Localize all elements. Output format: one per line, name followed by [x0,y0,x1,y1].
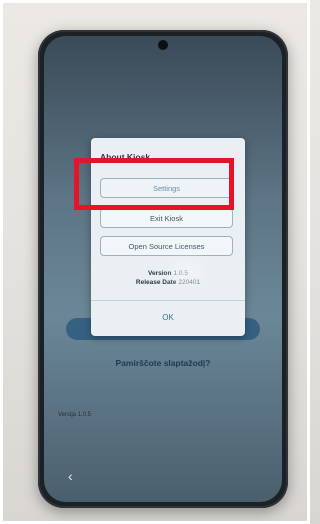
version-row: Version 1.0.5 [91,270,245,277]
release-date-row: Release Date 220401 [91,279,245,286]
about-kiosk-dialog: About Kiosk Settings Exit Kiosk Open Sou… [91,138,245,336]
version-value: 1.0.5 [173,270,188,277]
dialog-divider [91,300,245,301]
release-date-value: 220401 [178,279,201,286]
phone-device: Pamirščote slaptažodį? Versija 1.0.5 ‹ A… [38,30,288,508]
ok-button[interactable]: OK [91,306,245,328]
phone-screen: Pamirščote slaptažodį? Versija 1.0.5 ‹ A… [44,36,282,502]
app-version-label: Versija 1.0.5 [58,412,92,418]
chevron-left-icon[interactable]: ‹ [68,468,73,484]
open-source-licenses-button[interactable]: Open Source Licenses [100,236,233,256]
dialog-title: About Kiosk [100,152,151,162]
release-date-label: Release Date [135,279,177,286]
forgot-password-link[interactable]: Pamirščote slaptažodį? [44,358,282,368]
version-label: Version [148,270,172,277]
settings-button[interactable]: Settings [100,178,233,198]
exit-kiosk-button[interactable]: Exit Kiosk [100,208,233,228]
front-camera [158,40,168,50]
